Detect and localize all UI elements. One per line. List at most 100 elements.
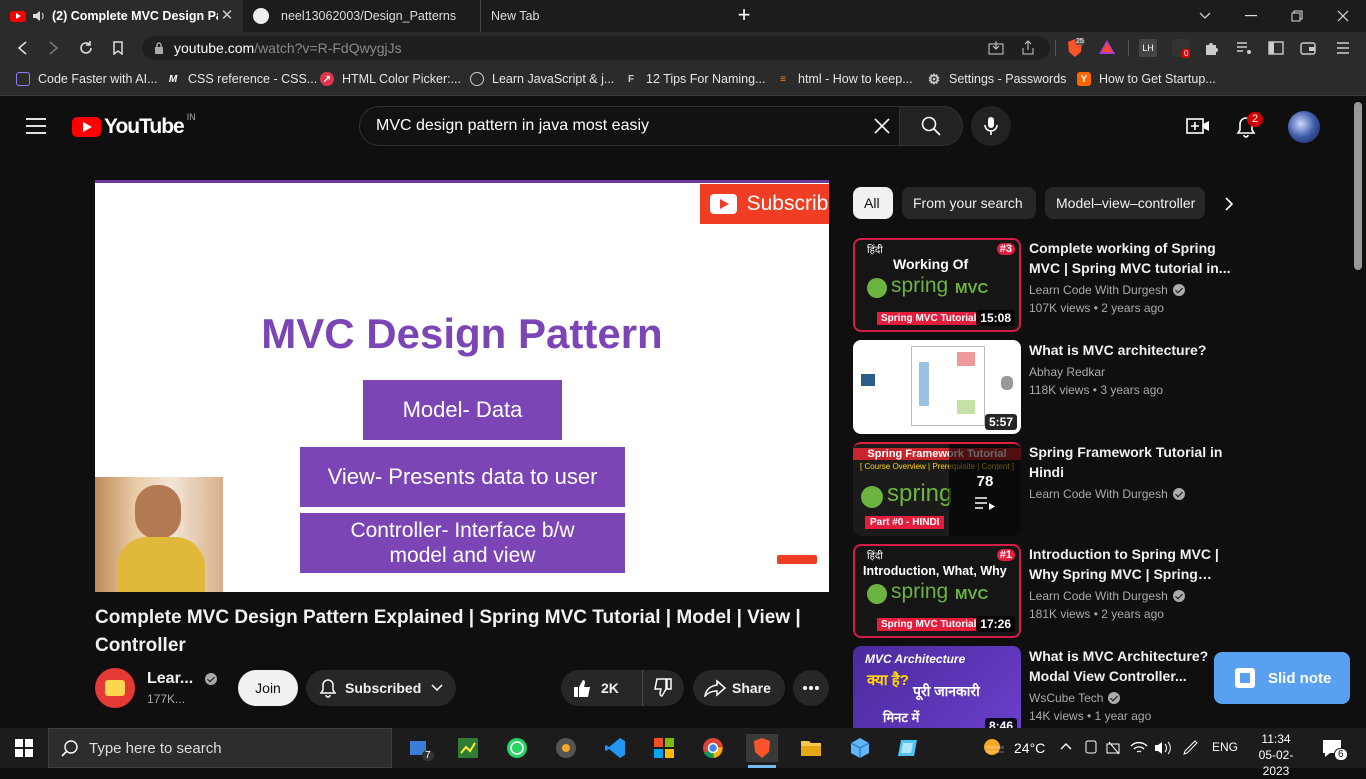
bookmark-icon[interactable] xyxy=(107,38,129,58)
channel-line[interactable]: Abhay Redkar xyxy=(1029,365,1105,379)
bookmark-item[interactable]: ≡ html - How to keep... xyxy=(776,72,913,86)
speaker-icon[interactable] xyxy=(32,10,46,22)
search-input[interactable] xyxy=(376,115,856,137)
join-button[interactable]: Join xyxy=(238,670,298,706)
youtube-logo[interactable]: YouTube IN xyxy=(72,112,196,139)
subscribed-button[interactable]: Subscribed xyxy=(306,670,456,706)
chip-from-search[interactable]: From your search xyxy=(902,187,1036,219)
meet-now-icon[interactable] xyxy=(1084,740,1098,756)
channel-line[interactable]: Learn Code With Durgesh xyxy=(1029,283,1185,297)
video-title[interactable]: What is MVC Architecture? Modal View Con… xyxy=(1029,646,1234,686)
brave-browser-icon[interactable] xyxy=(746,734,778,762)
video-thumbnail[interactable]: हिंदी #3 Working Of spring MVC Spring MV… xyxy=(853,238,1021,332)
pen-icon[interactable] xyxy=(1182,740,1200,756)
recommendation-item[interactable]: 5:57 What is MVC architecture? Abhay Red… xyxy=(853,340,1353,434)
tab-newtab[interactable]: New Tab xyxy=(480,0,721,32)
chip-mvc[interactable]: Model–view–controller xyxy=(1045,187,1205,219)
channel-line[interactable]: WsCube Tech xyxy=(1029,691,1121,705)
share-page-icon[interactable] xyxy=(1020,40,1036,56)
bookmark-item[interactable]: ↗ HTML Color Picker:... xyxy=(320,72,461,86)
wifi-icon[interactable] xyxy=(1130,740,1148,756)
playlist-title[interactable]: Spring Framework Tutorial in Hindi xyxy=(1029,442,1234,482)
file-explorer-icon[interactable] xyxy=(797,734,825,762)
like-button[interactable]: 2K xyxy=(561,670,643,706)
bookmark-item[interactable]: Code Faster with AI... xyxy=(16,72,158,86)
vscode-icon[interactable] xyxy=(601,734,629,762)
bookmark-item[interactable]: Learn JavaScript & j... xyxy=(470,72,614,86)
tab-search-chevron-icon[interactable] xyxy=(1182,0,1228,32)
input-language[interactable]: ENG xyxy=(1212,740,1238,754)
video-thumbnail[interactable]: हिंदी #1 Introduction, What, Why spring … xyxy=(853,544,1021,638)
install-app-icon[interactable] xyxy=(988,40,1004,56)
wallet-icon[interactable] xyxy=(1300,41,1316,55)
app-monitor-icon[interactable] xyxy=(895,734,923,762)
channel-line[interactable]: Learn Code With Durgesh xyxy=(1029,589,1185,603)
microsoft-store-icon[interactable] xyxy=(650,734,678,762)
channel-name[interactable]: Lear... xyxy=(147,670,218,688)
forward-icon[interactable] xyxy=(43,38,65,58)
search-box[interactable] xyxy=(359,106,900,146)
more-actions-button[interactable] xyxy=(793,670,829,706)
search-button[interactable] xyxy=(900,106,963,146)
menu-icon[interactable] xyxy=(1336,41,1350,55)
close-window-button[interactable] xyxy=(1320,0,1366,32)
playlist-thumbnail[interactable]: Spring Framework Tutorial [ Course Overv… xyxy=(853,442,1021,536)
minimize-button[interactable] xyxy=(1228,0,1274,32)
bookmark-item[interactable]: M CSS reference - CSS... xyxy=(166,72,317,86)
sidebar-toggle-icon[interactable] xyxy=(1268,41,1284,55)
playlist-icon[interactable] xyxy=(1236,41,1252,55)
network-icon[interactable] xyxy=(1106,740,1122,756)
clear-search-icon[interactable] xyxy=(874,118,890,134)
weather-temp[interactable]: 24°C xyxy=(1014,740,1045,756)
chip-all[interactable]: All xyxy=(853,187,893,219)
hamburger-menu-icon[interactable] xyxy=(26,118,46,134)
close-tab-icon[interactable]: ✕ xyxy=(219,8,235,24)
video-player[interactable]: Subscribe MVC Design Pattern Model- Data… xyxy=(95,180,829,592)
clock[interactable]: 11:34 05-02-2023 xyxy=(1248,731,1304,779)
weather-icon[interactable] xyxy=(982,737,1006,759)
tray-chevron-icon[interactable] xyxy=(1060,742,1072,750)
brave-shields-icon[interactable]: 25 xyxy=(1066,38,1085,58)
taskbar-search-box[interactable]: Type here to search xyxy=(48,728,392,768)
extensions-puzzle-icon[interactable] xyxy=(1204,40,1220,56)
chips-next-chevron-icon[interactable] xyxy=(1224,196,1234,212)
address-bar[interactable]: youtube.com/watch?v=R-FdQwygjJs xyxy=(142,36,1050,60)
account-avatar[interactable] xyxy=(1288,111,1320,143)
brave-rewards-icon[interactable] xyxy=(1098,39,1116,55)
app-icon[interactable] xyxy=(454,734,482,762)
video-thumbnail[interactable]: MVC Architecture क्या है? पूरी जानकारी म… xyxy=(853,646,1021,728)
share-button[interactable]: Share xyxy=(693,670,785,706)
subscribe-overlay-button[interactable]: Subscribe xyxy=(700,184,829,224)
voice-search-button[interactable] xyxy=(971,106,1011,146)
create-video-icon[interactable] xyxy=(1186,116,1210,136)
chrome-icon[interactable] xyxy=(699,734,727,762)
bookmark-item[interactable]: ⚙ Settings - Passwords xyxy=(927,71,1067,87)
slid-note-button[interactable]: Slid note xyxy=(1214,652,1350,704)
channel-line[interactable]: Learn Code With Durgesh xyxy=(1029,487,1185,501)
page-scrollbar-thumb[interactable] xyxy=(1354,102,1362,270)
bookmark-item[interactable]: F 12 Tips For Naming... xyxy=(624,72,766,86)
reload-icon[interactable] xyxy=(75,38,97,58)
restore-button[interactable] xyxy=(1274,0,1320,32)
extension-lh-icon[interactable]: LH xyxy=(1139,39,1157,57)
video-thumbnail[interactable]: 5:57 xyxy=(853,340,1021,434)
windows-start-icon[interactable] xyxy=(10,734,38,762)
action-center-icon[interactable]: 6 xyxy=(1322,738,1348,761)
dislike-button[interactable] xyxy=(643,670,683,706)
video-title[interactable]: Introduction to Spring MVC | Why Spring … xyxy=(1029,544,1234,584)
back-icon[interactable] xyxy=(11,38,33,58)
video-title[interactable]: What is MVC architecture? xyxy=(1029,340,1234,360)
media-player-icon[interactable] xyxy=(552,734,580,762)
notifications-bell-icon[interactable]: 2 xyxy=(1236,112,1264,138)
bookmark-item[interactable]: Y How to Get Startup... xyxy=(1077,72,1216,86)
task-view-icon[interactable]: 7 xyxy=(406,734,434,762)
channel-avatar[interactable] xyxy=(95,668,135,708)
tab-github[interactable]: neel13062003/Design_Patterns xyxy=(243,0,479,32)
recommendation-item[interactable]: हिंदी #1 Introduction, What, Why spring … xyxy=(853,544,1353,638)
video-title[interactable]: Complete working of Spring MVC | Spring … xyxy=(1029,238,1234,278)
extension-icon[interactable]: 0 xyxy=(1172,39,1191,58)
whatsapp-icon[interactable] xyxy=(503,734,531,762)
app-cube-icon[interactable] xyxy=(846,734,874,762)
new-tab-button[interactable]: + xyxy=(734,4,754,26)
recommendation-item[interactable]: हिंदी #3 Working Of spring MVC Spring MV… xyxy=(853,238,1353,332)
